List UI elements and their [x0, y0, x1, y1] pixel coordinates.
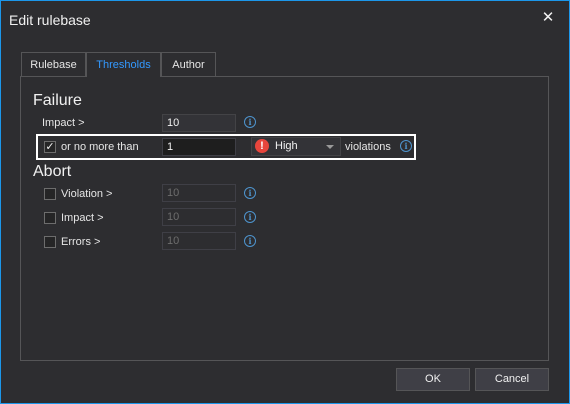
severity-selected-value: High — [275, 140, 298, 152]
abort-errors-label: Errors > — [61, 236, 101, 248]
abort-violation-label: Violation > — [61, 188, 113, 200]
abort-heading: Abort — [33, 163, 72, 180]
abort-errors-input[interactable] — [162, 232, 236, 250]
or-no-more-than-input[interactable] — [162, 138, 236, 156]
severity-dropdown[interactable]: ! High — [251, 137, 341, 156]
tab-thresholds[interactable]: Thresholds — [86, 52, 161, 77]
info-icon[interactable]: i — [244, 211, 256, 223]
info-icon[interactable]: i — [244, 116, 256, 128]
chevron-down-icon — [326, 145, 334, 149]
violation-checkbox[interactable] — [44, 188, 56, 200]
title-bar: Edit rulebase ✕ — [1, 1, 569, 39]
violations-label: violations — [345, 141, 391, 153]
info-icon[interactable]: i — [400, 140, 412, 152]
high-severity-icon: ! — [255, 139, 269, 153]
abort-impact-input[interactable] — [162, 208, 236, 226]
failure-heading: Failure — [33, 92, 82, 109]
ok-button[interactable]: OK — [396, 368, 470, 391]
failure-impact-input[interactable] — [162, 114, 236, 132]
info-icon[interactable]: i — [244, 235, 256, 247]
or-no-more-than-checkbox[interactable]: ✓ — [44, 141, 56, 153]
dialog-title: Edit rulebase — [9, 12, 91, 28]
tab-rulebase[interactable]: Rulebase — [21, 52, 86, 76]
errors-checkbox[interactable] — [44, 236, 56, 248]
failure-impact-label: Impact > — [42, 117, 85, 129]
impact-checkbox[interactable] — [44, 212, 56, 224]
tab-author[interactable]: Author — [161, 52, 216, 76]
close-icon[interactable]: ✕ — [541, 10, 555, 25]
info-icon[interactable]: i — [244, 187, 256, 199]
abort-impact-label: Impact > — [61, 212, 104, 224]
abort-violation-input[interactable] — [162, 184, 236, 202]
cancel-button[interactable]: Cancel — [475, 368, 549, 391]
or-no-more-than-label: or no more than — [61, 141, 139, 153]
